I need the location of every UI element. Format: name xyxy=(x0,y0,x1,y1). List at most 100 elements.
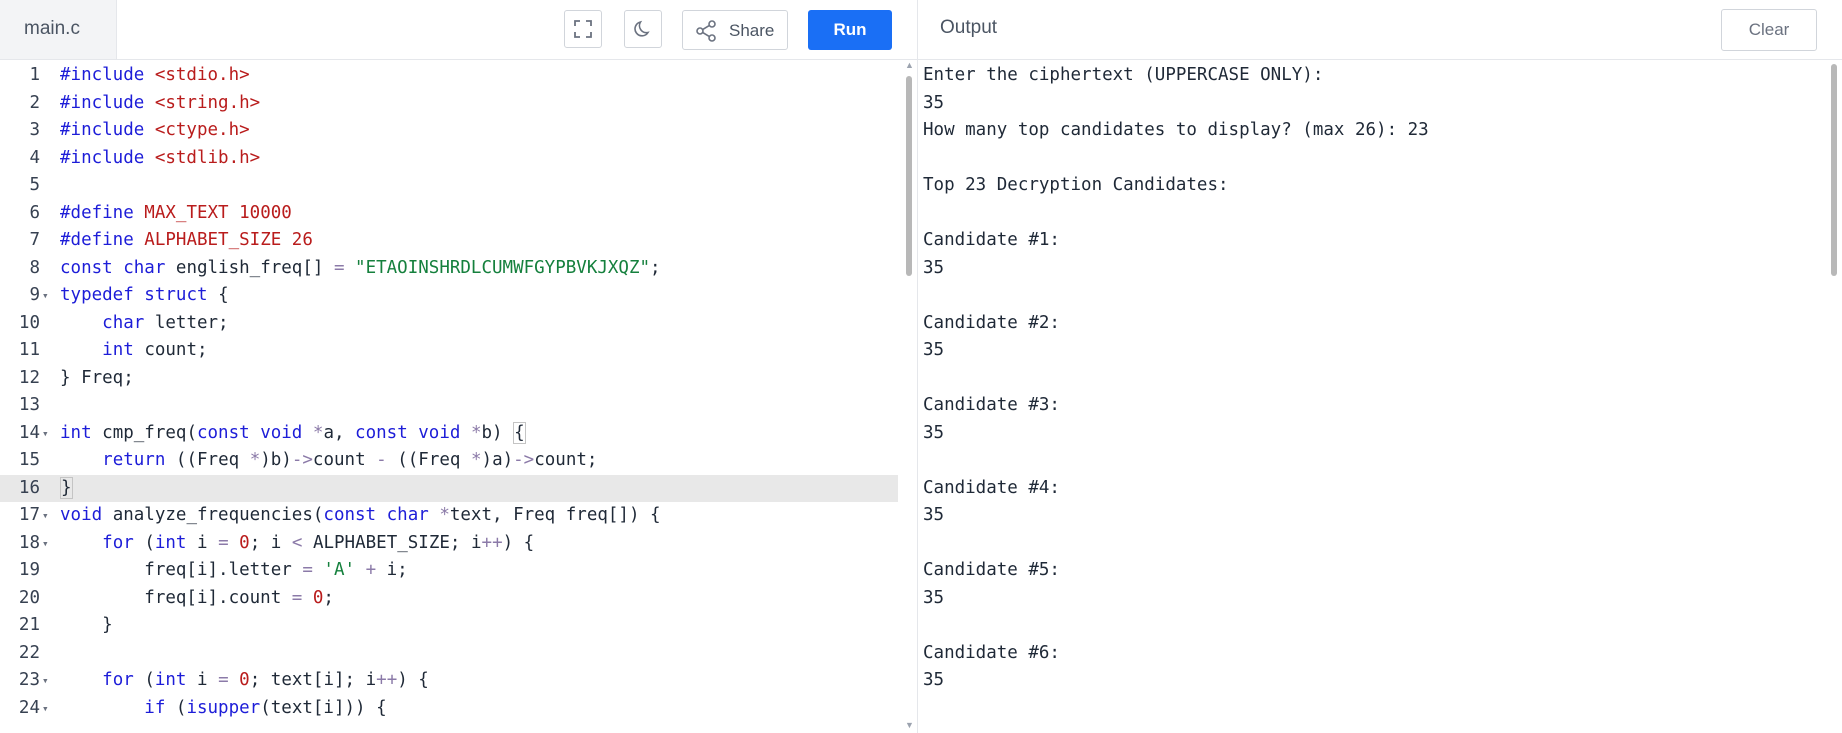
code-token: * xyxy=(312,422,324,443)
code-line[interactable]: 16} xyxy=(0,474,898,503)
scroll-down-icon[interactable]: ▼ xyxy=(905,720,914,730)
editor-scrollbar[interactable]: ▲ ▼ xyxy=(905,60,914,733)
moon-icon xyxy=(634,20,650,37)
code-token: ; i xyxy=(249,532,292,553)
scroll-up-icon[interactable]: ▲ xyxy=(905,60,914,70)
code-text: #include <stdlib.h> xyxy=(60,145,260,173)
line-number: 2 xyxy=(29,92,40,113)
code-line[interactable]: 3 #include <ctype.h> xyxy=(0,117,898,145)
fold-toggle-icon[interactable]: ▾ xyxy=(42,695,49,723)
code-line[interactable]: 10 char letter; xyxy=(0,310,898,338)
theme-toggle-button[interactable] xyxy=(624,10,662,48)
line-number: 3 xyxy=(29,120,40,140)
line-number: 13 xyxy=(18,395,40,415)
code-token: 0 xyxy=(239,670,250,690)
code-line[interactable]: 2 #include <string.h> xyxy=(0,90,898,118)
code-line[interactable]: 5 xyxy=(0,172,898,200)
code-editor[interactable]: 1 #include <stdio.h> 2 #include <string.h> 3… xyxy=(0,60,898,733)
clear-button[interactable]: Clear xyxy=(1721,9,1817,51)
run-button[interactable]: Run xyxy=(808,10,892,50)
share-label: Share xyxy=(729,21,775,40)
output-line: 35 xyxy=(923,257,945,278)
editor-scroll-thumb[interactable] xyxy=(906,76,912,276)
code-line[interactable]: 11 int count; xyxy=(0,337,898,365)
code-token: #include xyxy=(60,147,155,168)
code-token: count; xyxy=(534,450,598,470)
line-number: 11 xyxy=(18,340,40,360)
fold-toggle-icon[interactable]: ▾ xyxy=(42,530,49,558)
line-number: 5 xyxy=(29,175,40,195)
code-line[interactable]: 13 xyxy=(0,392,898,420)
line-number: 8 xyxy=(29,257,40,278)
code-text: } xyxy=(60,475,73,503)
code-text: #include <stdio.h> xyxy=(60,62,250,90)
fold-toggle-icon[interactable]: ▾ xyxy=(42,667,49,695)
code-token: void xyxy=(260,422,313,443)
output-scrollbar[interactable] xyxy=(1830,60,1838,733)
code-line[interactable]: 4 #include <stdlib.h> xyxy=(0,145,898,173)
code-line[interactable]: 18 ▾ for (int i = 0; i < ALPHABET_SIZE; i… xyxy=(0,530,898,558)
code-line[interactable]: 7 #define ALPHABET_SIZE 26 xyxy=(0,227,898,255)
code-token: const xyxy=(60,257,124,278)
file-tab-label: main.c xyxy=(24,18,80,39)
code-token: ( xyxy=(175,697,187,718)
code-token: = xyxy=(218,670,240,690)
code-line[interactable]: 6 #define MAX_TEXT 10000 xyxy=(0,200,898,228)
line-number: 23 xyxy=(18,670,40,690)
output-scroll-thumb[interactable] xyxy=(1831,64,1837,276)
code-token: )a) xyxy=(481,450,514,470)
code-line[interactable]: 22 xyxy=(0,640,898,668)
code-token: int xyxy=(60,422,103,443)
code-line[interactable]: 15 return ((Freq *)b)->count - ((Freq *)… xyxy=(0,447,898,475)
code-line[interactable]: 12} Freq; xyxy=(0,365,898,393)
fullscreen-button[interactable] xyxy=(564,10,602,48)
code-text: #include <ctype.h> xyxy=(60,117,250,145)
code-token: = xyxy=(218,532,240,553)
share-button[interactable]: Share xyxy=(682,10,788,50)
code-token: = xyxy=(333,257,356,278)
code-line[interactable]: 1 #include <stdio.h> xyxy=(0,62,898,90)
code-line[interactable]: 8 const char english_freq[] = "ETAOINSHRD… xyxy=(0,255,898,283)
code-token: const xyxy=(355,422,419,443)
code-token: return xyxy=(102,450,176,470)
code-line[interactable]: 20 freq[i].count = 0; xyxy=(0,585,898,613)
code-line[interactable]: 21 } xyxy=(0,612,898,640)
line-number: 14 xyxy=(18,422,40,443)
code-token: struct xyxy=(144,285,219,305)
panel-divider[interactable] xyxy=(917,0,918,733)
code-token: a, xyxy=(323,422,356,443)
code-line[interactable]: 23 ▾ for (int i = 0; text[i]; i++) { xyxy=(0,667,898,695)
code-line[interactable]: 24 ▾ if (isupper(text[i])) { xyxy=(0,695,898,723)
output-line: How many top candidates to display? (max… xyxy=(923,120,1429,140)
fold-toggle-icon[interactable]: ▾ xyxy=(42,420,49,448)
code-line[interactable]: 19 freq[i].letter = 'A' + i; xyxy=(0,557,898,585)
code-token: cmp_freq( xyxy=(102,422,197,443)
output-console[interactable]: Enter the ciphertext (UPPERCASE ONLY): 35… xyxy=(923,60,1823,733)
output-line: 35 xyxy=(923,670,945,690)
code-token: char xyxy=(123,257,176,278)
code-token: 'A' xyxy=(323,560,356,580)
code-text: #define ALPHABET_SIZE 26 xyxy=(60,227,313,255)
code-token: #include xyxy=(60,65,155,85)
code-token: <stdlib.h> xyxy=(154,147,261,168)
code-text: for (int i = 0; text[i]; i++) { xyxy=(60,667,429,695)
code-token: -> xyxy=(291,450,313,470)
fold-toggle-icon[interactable]: ▾ xyxy=(42,502,49,530)
code-line[interactable]: 14 ▾ int cmp_freq(const void *a, const voi… xyxy=(0,420,898,448)
code-token: ; text[i]; i xyxy=(249,670,377,690)
code-token: * xyxy=(470,450,482,470)
code-text: return ((Freq *)b)->count - ((Freq *)a)-… xyxy=(60,447,597,475)
code-line[interactable]: 9 ▾ typedef struct { xyxy=(0,282,898,310)
file-tab-main-c[interactable]: main.c xyxy=(0,0,117,59)
code-token: int xyxy=(102,340,145,360)
code-token: 0 xyxy=(312,587,324,608)
fold-toggle-icon[interactable]: ▾ xyxy=(42,282,49,310)
fullscreen-icon xyxy=(574,20,592,38)
line-number: 18 xyxy=(18,532,40,553)
code-token: analyze_frequencies( xyxy=(112,505,324,525)
line-number: 9 xyxy=(29,285,40,305)
code-token: = xyxy=(291,587,313,608)
code-token: freq[i].letter xyxy=(60,560,303,580)
code-line[interactable]: 17 ▾ void analyze_frequencies(const char *… xyxy=(0,502,898,530)
output-line: Candidate #6: xyxy=(923,642,1060,663)
